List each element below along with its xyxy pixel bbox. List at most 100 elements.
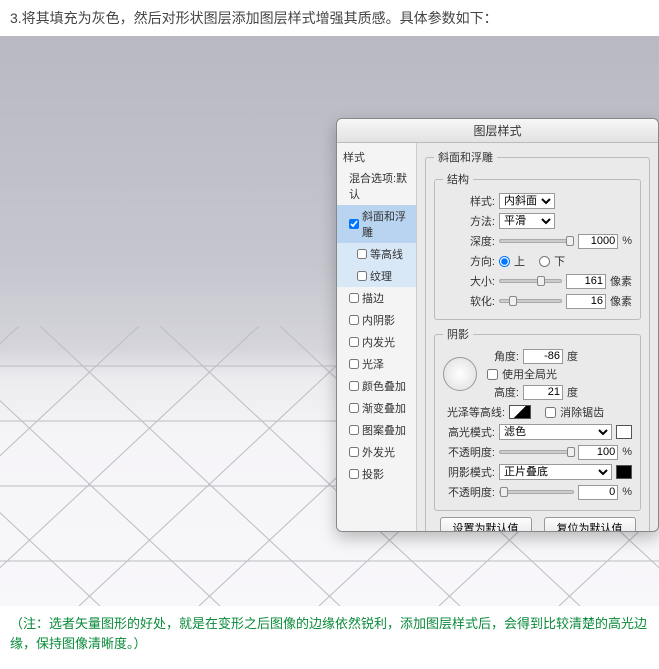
direction-label: 方向: <box>443 253 495 269</box>
depth-unit: % <box>622 235 632 247</box>
reset-default-button[interactable]: 复位为默认值 <box>544 517 636 532</box>
size-input[interactable] <box>566 274 606 289</box>
gloss-contour-label: 光泽等高线: <box>443 404 505 420</box>
direction-up-radio[interactable] <box>499 256 510 267</box>
highlight-mode-select[interactable]: 滤色 <box>499 424 612 440</box>
size-unit: 像素 <box>610 273 632 289</box>
sidebar-item-6[interactable]: 内发光 <box>337 331 416 353</box>
direction-down-radio[interactable] <box>539 256 550 267</box>
soften-slider[interactable] <box>499 299 562 303</box>
sidebar-label-0: 混合选项:默认 <box>349 170 410 202</box>
shading-legend: 阴影 <box>443 326 473 342</box>
highlight-opacity-unit: % <box>622 446 632 458</box>
shadow-opacity-slider[interactable] <box>499 490 574 494</box>
sidebar-checkbox-2[interactable] <box>357 249 367 259</box>
sidebar-item-10[interactable]: 图案叠加 <box>337 419 416 441</box>
sidebar-item-4[interactable]: 描边 <box>337 287 416 309</box>
angle-label: 角度: <box>487 348 519 364</box>
sidebar-label-12: 投影 <box>362 466 384 482</box>
bevel-legend: 斜面和浮雕 <box>434 149 497 165</box>
sidebar-item-3[interactable]: 纹理 <box>337 265 416 287</box>
sidebar-item-9[interactable]: 渐变叠加 <box>337 397 416 419</box>
shadow-color-swatch[interactable] <box>616 465 632 479</box>
layer-style-dialog: 图层样式 样式 混合选项:默认斜面和浮雕等高线纹理描边内阴影内发光光泽颜色叠加渐… <box>336 118 659 532</box>
settings-panel: 斜面和浮雕 结构 样式:内斜面 方法:平滑 深度:% 方向: 上 下 大小: 像素 … <box>417 143 658 532</box>
sidebar-checkbox-9[interactable] <box>349 403 359 413</box>
sidebar-label-7: 光泽 <box>362 356 384 372</box>
sidebar-item-12[interactable]: 投影 <box>337 463 416 485</box>
sidebar-item-0[interactable]: 混合选项:默认 <box>337 167 416 205</box>
gloss-contour-picker[interactable] <box>509 405 531 419</box>
sidebar-item-8[interactable]: 颜色叠加 <box>337 375 416 397</box>
shadow-mode-label: 阴影模式: <box>443 464 495 480</box>
sidebar-checkbox-6[interactable] <box>349 337 359 347</box>
depth-input[interactable] <box>578 234 618 249</box>
sidebar-label-1: 斜面和浮雕 <box>362 208 410 240</box>
altitude-input[interactable] <box>523 385 563 400</box>
sidebar-header: 样式 <box>337 147 416 167</box>
sidebar-checkbox-7[interactable] <box>349 359 359 369</box>
method-label: 方法: <box>443 213 495 229</box>
sidebar-label-9: 渐变叠加 <box>362 400 406 416</box>
sidebar-label-5: 内阴影 <box>362 312 395 328</box>
sidebar-item-2[interactable]: 等高线 <box>337 243 416 265</box>
highlight-opacity-slider[interactable] <box>499 450 574 454</box>
shadow-opacity-label: 不透明度: <box>443 484 495 500</box>
structure-group: 结构 样式:内斜面 方法:平滑 深度:% 方向: 上 下 大小: 像素 软化: 像素 <box>434 171 641 320</box>
styles-sidebar: 样式 混合选项:默认斜面和浮雕等高线纹理描边内阴影内发光光泽颜色叠加渐变叠加图案… <box>337 143 417 532</box>
preview-background: 图层样式 样式 混合选项:默认斜面和浮雕等高线纹理描边内阴影内发光光泽颜色叠加渐… <box>0 36 659 606</box>
bevel-group: 斜面和浮雕 结构 样式:内斜面 方法:平滑 深度:% 方向: 上 下 大小: 像素 … <box>425 149 650 532</box>
highlight-color-swatch[interactable] <box>616 425 632 439</box>
angle-input[interactable] <box>523 349 563 364</box>
sidebar-item-7[interactable]: 光泽 <box>337 353 416 375</box>
sidebar-item-1[interactable]: 斜面和浮雕 <box>337 205 416 243</box>
sidebar-item-11[interactable]: 外发光 <box>337 441 416 463</box>
sidebar-label-8: 颜色叠加 <box>362 378 406 394</box>
sidebar-label-2: 等高线 <box>370 246 403 262</box>
angle-wheel[interactable] <box>443 357 477 391</box>
size-label: 大小: <box>443 273 495 289</box>
sidebar-label-4: 描边 <box>362 290 384 306</box>
highlight-opacity-input[interactable] <box>578 445 618 460</box>
sidebar-checkbox-1[interactable] <box>349 219 359 229</box>
style-select[interactable]: 内斜面 <box>499 193 555 209</box>
size-slider[interactable] <box>499 279 562 283</box>
shadow-mode-select[interactable]: 正片叠底 <box>499 464 612 480</box>
global-light-checkbox[interactable] <box>487 369 498 380</box>
sidebar-checkbox-3[interactable] <box>357 271 367 281</box>
soften-label: 软化: <box>443 293 495 309</box>
depth-slider[interactable] <box>499 239 574 243</box>
structure-legend: 结构 <box>443 171 473 187</box>
sidebar-checkbox-10[interactable] <box>349 425 359 435</box>
sidebar-checkbox-8[interactable] <box>349 381 359 391</box>
dialog-title: 图层样式 <box>337 119 658 143</box>
direction-down-label: 下 <box>554 253 565 269</box>
make-default-button[interactable]: 设置为默认值 <box>440 517 532 532</box>
shadow-opacity-input[interactable] <box>578 485 618 500</box>
angle-unit: 度 <box>567 348 578 364</box>
method-select[interactable]: 平滑 <box>499 213 555 229</box>
footnote: （注：选者矢量图形的好处，就是在变形之后图像的边缘依然锐利，添加图层样式后，会得… <box>0 606 659 661</box>
shading-group: 阴影 角度: 度 使用全局光 高度: 度 光泽等高线: 消除锯齿 高光模式:滤色 不… <box>434 326 641 511</box>
antialias-label: 消除锯齿 <box>560 404 604 420</box>
sidebar-item-5[interactable]: 内阴影 <box>337 309 416 331</box>
style-label: 样式: <box>443 193 495 209</box>
highlight-mode-label: 高光模式: <box>443 424 495 440</box>
depth-label: 深度: <box>443 233 495 249</box>
global-light-label: 使用全局光 <box>502 366 557 382</box>
step-description: 3.将其填充为灰色，然后对形状图层添加图层样式增强其质感。具体参数如下： <box>0 0 659 36</box>
sidebar-checkbox-4[interactable] <box>349 293 359 303</box>
sidebar-label-11: 外发光 <box>362 444 395 460</box>
shadow-opacity-unit: % <box>622 486 632 498</box>
altitude-label: 高度: <box>487 384 519 400</box>
sidebar-checkbox-12[interactable] <box>349 469 359 479</box>
direction-up-label: 上 <box>514 253 525 269</box>
sidebar-checkbox-5[interactable] <box>349 315 359 325</box>
sidebar-label-10: 图案叠加 <box>362 422 406 438</box>
soften-unit: 像素 <box>610 293 632 309</box>
sidebar-label-3: 纹理 <box>370 268 392 284</box>
antialias-checkbox[interactable] <box>545 407 556 418</box>
soften-input[interactable] <box>566 294 606 309</box>
sidebar-checkbox-11[interactable] <box>349 447 359 457</box>
altitude-unit: 度 <box>567 384 578 400</box>
